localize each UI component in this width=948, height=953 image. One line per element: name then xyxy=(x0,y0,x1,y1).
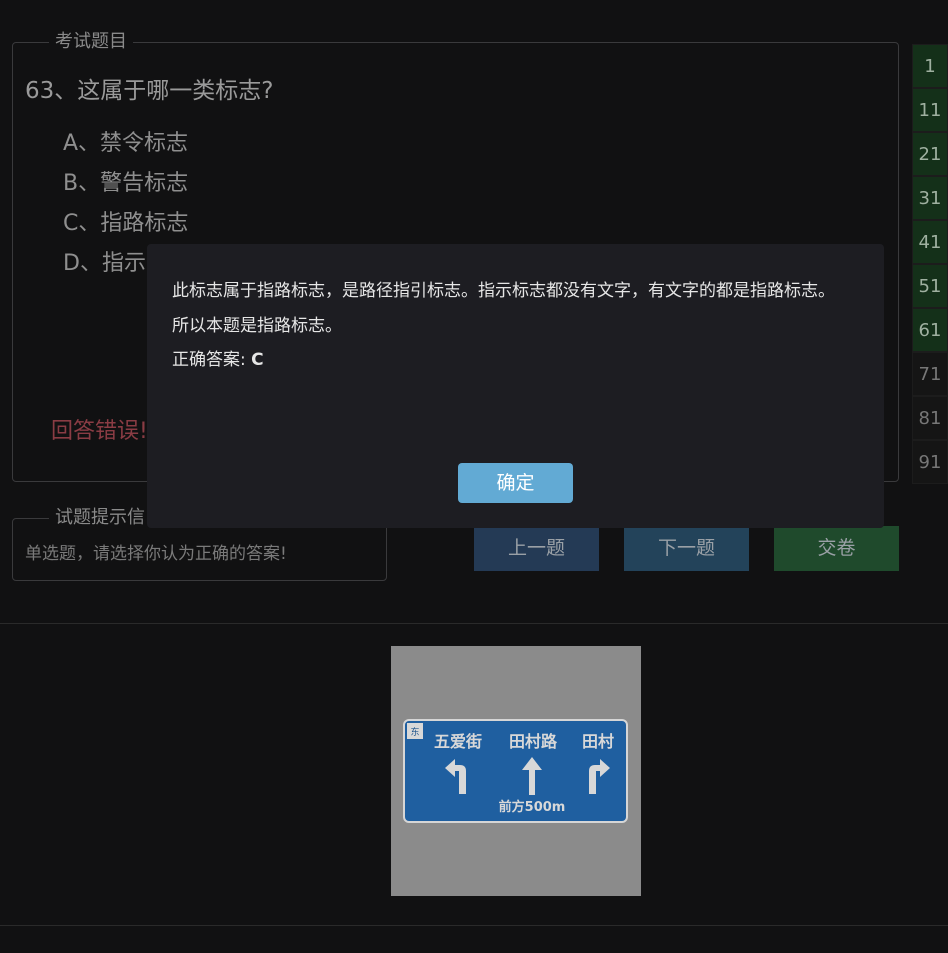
option-c[interactable]: C、指路标志 xyxy=(63,205,188,237)
divider-top xyxy=(0,623,948,624)
nav-item-1[interactable]: 1 xyxy=(912,44,948,88)
sign-distance: 前方500m xyxy=(499,799,566,815)
nav-item-61[interactable]: 61 xyxy=(912,308,948,352)
explanation-modal: 此标志属于指路标志，是路径指引标志。指示标志都没有文字，有文字的都是指路标志。 … xyxy=(147,244,884,528)
nav-item-21[interactable]: 21 xyxy=(912,132,948,176)
prev-question-button[interactable]: 上一题 xyxy=(474,526,599,571)
sign-dest-left: 五爱街 xyxy=(434,732,482,751)
nav-item-71[interactable]: 71 xyxy=(912,352,948,396)
sign-corner-label: 东 xyxy=(410,726,419,738)
question-panel-legend: 考试题目 xyxy=(49,31,133,53)
answer-result: 回答错误! xyxy=(51,419,148,444)
hint-panel-legend: 试题提示信 xyxy=(49,507,151,529)
question-text: 63、这属于哪一类标志? xyxy=(25,78,274,104)
option-d[interactable]: D、指示 xyxy=(63,245,146,277)
nav-item-41[interactable]: 41 xyxy=(912,220,948,264)
hint-text: 单选题，请选择你认为正确的答案! xyxy=(25,544,287,564)
divider-bottom xyxy=(0,925,948,926)
correct-answer-row: 正确答案: C xyxy=(172,345,264,370)
sign-dest-right: 田村 xyxy=(582,732,614,751)
road-sign-image: 东 五爱街 田村路 田村 前方500m xyxy=(391,646,641,896)
nav-item-51[interactable]: 51 xyxy=(912,264,948,308)
correct-answer-value: C xyxy=(251,350,264,370)
nav-item-81[interactable]: 81 xyxy=(912,396,948,440)
nav-item-31[interactable]: 31 xyxy=(912,176,948,220)
explanation-line-1: 此标志属于指路标志，是路径指引标志。指示标志都没有文字，有文字的都是指路标志。 xyxy=(172,281,835,301)
correct-answer-label: 正确答案: xyxy=(172,350,246,370)
road-sign-svg: 东 五爱街 田村路 田村 前方500m xyxy=(391,646,641,896)
question-navigator: 1 11 21 31 41 51 61 71 81 91 xyxy=(912,44,948,484)
option-b[interactable]: B、警告标志 xyxy=(63,165,188,197)
next-question-button[interactable]: 下一题 xyxy=(624,526,749,571)
confirm-button[interactable]: 确定 xyxy=(458,463,573,503)
sign-dest-center: 田村路 xyxy=(509,732,558,751)
option-a[interactable]: A、禁令标志 xyxy=(63,125,188,157)
nav-item-11[interactable]: 11 xyxy=(912,88,948,132)
explanation-line-2: 所以本题是指路标志。 xyxy=(172,316,342,336)
nav-item-91[interactable]: 91 xyxy=(912,440,948,484)
submit-exam-button[interactable]: 交卷 xyxy=(774,526,899,571)
